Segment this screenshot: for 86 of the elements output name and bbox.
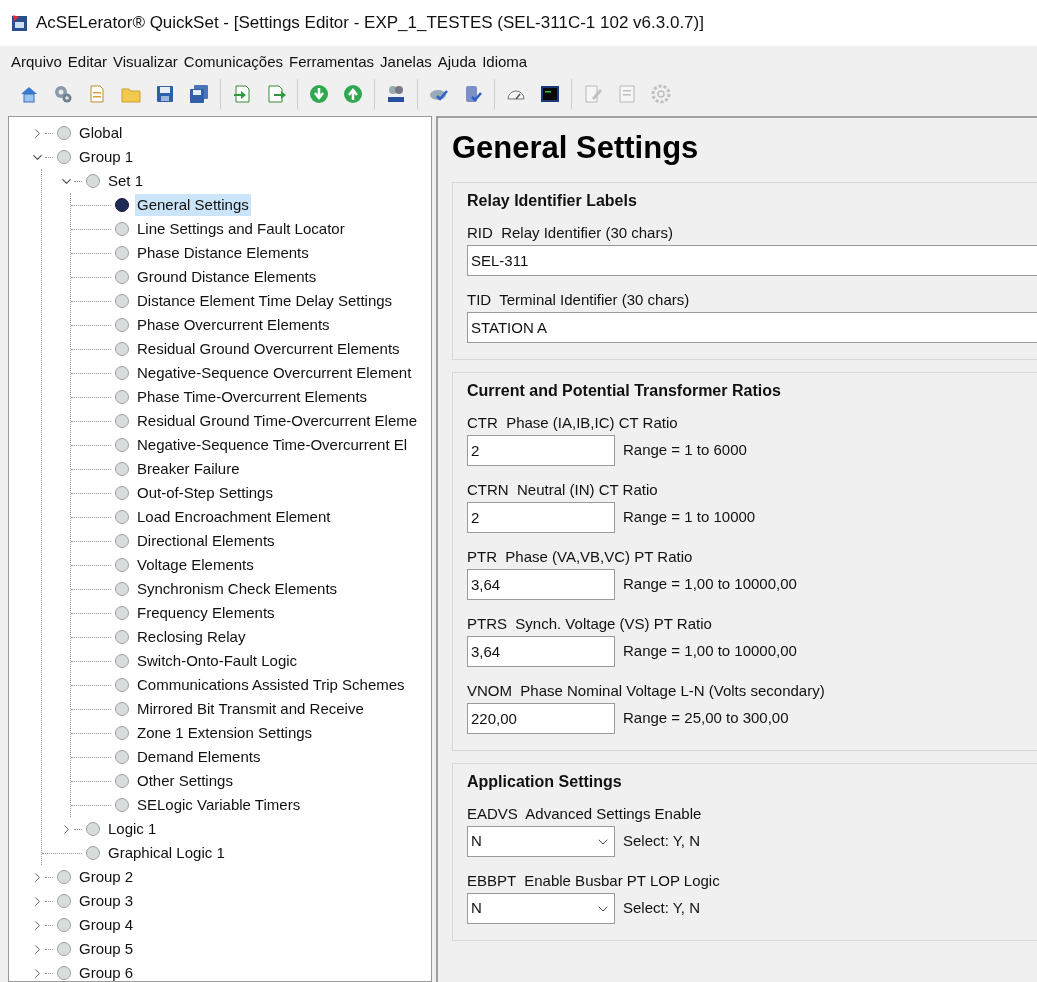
menu-item[interactable]: Ajuda xyxy=(434,50,480,74)
tree-item[interactable]: Group 6 xyxy=(77,961,136,981)
upload-icon xyxy=(342,83,364,105)
menu-item[interactable]: Idioma xyxy=(479,50,531,74)
settings-icon xyxy=(650,83,672,105)
tree-item[interactable]: Synchronism Check Elements xyxy=(135,577,340,601)
save-icon xyxy=(154,83,176,105)
text-field[interactable]: STATION A xyxy=(467,312,1037,343)
field-label: RID Relay Identifier (30 chars) xyxy=(467,223,674,243)
tree-item[interactable]: Logic 1 xyxy=(106,817,159,841)
tree-item[interactable]: Switch-Onto-Fault Logic xyxy=(135,649,300,673)
options-hint: Select: Y, N xyxy=(623,831,700,852)
tree-item[interactable]: Directional Elements xyxy=(135,529,277,553)
menu-item[interactable]: Visualizar xyxy=(110,50,181,74)
tree-item[interactable]: Phase Overcurrent Elements xyxy=(135,313,332,337)
tree-item[interactable]: Residual Ground Time-Overcurrent Eleme xyxy=(135,409,420,433)
tree-item[interactable]: Other Settings xyxy=(135,769,235,793)
import-icon xyxy=(231,83,253,105)
tree-item[interactable]: Frequency Elements xyxy=(135,601,277,625)
tree-item[interactable]: Group 3 xyxy=(77,889,136,913)
menu-item[interactable]: Janelas xyxy=(377,50,435,74)
menu-item[interactable]: Comunicações xyxy=(180,50,287,74)
range-hint: Range = 25,00 to 300,00 xyxy=(623,708,789,729)
tree-item[interactable]: Distance Element Time Delay Settings xyxy=(135,289,395,313)
tree-item[interactable]: Phase Distance Elements xyxy=(135,241,311,265)
export-icon xyxy=(265,83,287,105)
range-hint: Range = 1 to 6000 xyxy=(623,440,747,461)
dropdown-field[interactable]: N xyxy=(467,826,615,857)
tree-item[interactable]: Set 1 xyxy=(106,169,146,193)
tree-item[interactable]: Global xyxy=(77,121,125,145)
range-hint: Range = 1 to 10000 xyxy=(623,507,756,528)
tree-item[interactable]: Group 4 xyxy=(77,913,136,937)
field-label: PTRS Synch. Voltage (VS) PT Ratio xyxy=(467,614,713,634)
field-label: EBBPT Enable Busbar PT LOP Logic xyxy=(467,871,721,891)
field-label: TID Terminal Identifier (30 chars) xyxy=(467,290,691,310)
tree-item[interactable]: Out-of-Step Settings xyxy=(135,481,275,505)
field-label: CTRN Neutral (IN) CT Ratio xyxy=(467,480,659,500)
menu-item[interactable]: Editar xyxy=(64,50,111,74)
download-icon xyxy=(308,83,330,105)
group-title: Relay Identifier Labels xyxy=(467,191,638,211)
tree-item[interactable]: Group 5 xyxy=(77,937,136,961)
tree-item[interactable]: Graphical Logic 1 xyxy=(106,841,227,865)
field-label: VNOM Phase Nominal Voltage L-N (Volts secondary) xyxy=(467,681,826,701)
field-label: PTR Phase (VA,VB,VC) PT Ratio xyxy=(467,547,694,567)
tree-item[interactable]: Voltage Elements xyxy=(135,553,256,577)
number-field[interactable]: 220,00 xyxy=(467,703,615,734)
group-title: Application Settings xyxy=(467,772,623,792)
tree-item[interactable]: Communications Assisted Trip Schemes xyxy=(135,673,407,697)
tree-item[interactable]: General Settings xyxy=(135,193,251,217)
gears-icon xyxy=(52,83,74,105)
tree-item[interactable]: Group 2 xyxy=(77,865,136,889)
field-label: EADVS Advanced Settings Enable xyxy=(467,804,703,824)
number-field[interactable]: 3,64 xyxy=(467,636,615,667)
tree-item[interactable]: Line Settings and Fault Locator xyxy=(135,217,347,241)
number-field[interactable]: 3,64 xyxy=(467,569,615,600)
field-label: CTR Phase (IA,IB,IC) CT Ratio xyxy=(467,413,679,433)
window-title: AcSELerator® QuickSet - [Settings Editor - EXP_1_TESTES (SEL-311C-1 102 v6.3.0.7)] xyxy=(36,12,704,35)
page-heading: General Settings xyxy=(452,129,700,167)
group-title: Current and Potential Transformer Ratios xyxy=(467,381,782,401)
number-field[interactable]: 2 xyxy=(467,502,615,533)
range-hint: Range = 1,00 to 10000,00 xyxy=(623,641,797,662)
menu-item[interactable]: Arquivo xyxy=(8,50,65,74)
edit-document-icon xyxy=(582,83,604,105)
dropdown-field[interactable]: N xyxy=(467,893,615,924)
range-hint: Range = 1,00 to 10000,00 xyxy=(623,574,797,595)
text-field[interactable]: SEL-311 xyxy=(467,245,1037,276)
options-hint: Select: Y, N xyxy=(623,898,700,919)
app-logo-icon xyxy=(10,13,30,33)
tree-item[interactable]: Phase Time-Overcurrent Elements xyxy=(135,385,370,409)
terminal-icon xyxy=(539,83,561,105)
tree-item[interactable]: Negative-Sequence Overcurrent Element xyxy=(135,361,414,385)
tree-item[interactable]: Load Encroachment Element xyxy=(135,505,333,529)
tree-item[interactable]: SELogic Variable Timers xyxy=(135,793,303,817)
number-field[interactable]: 2 xyxy=(467,435,615,466)
tree-item[interactable]: Ground Distance Elements xyxy=(135,265,319,289)
tree-item[interactable]: Demand Elements xyxy=(135,745,263,769)
tree-item[interactable]: Zone 1 Extension Settings xyxy=(135,721,315,745)
menu-item[interactable]: Ferramentas xyxy=(286,50,378,74)
tree-item[interactable]: Negative-Sequence Time-Overcurrent El xyxy=(135,433,410,457)
save-all-icon xyxy=(188,83,210,105)
tree-item[interactable]: Mirrored Bit Transmit and Receive xyxy=(135,697,366,721)
document-icon xyxy=(616,83,638,105)
tree-item[interactable]: Group 1 xyxy=(77,145,136,169)
tree-item[interactable]: Reclosing Relay xyxy=(135,625,248,649)
tree-item[interactable]: Breaker Failure xyxy=(135,457,242,481)
tree-item[interactable]: Residual Ground Overcurrent Elements xyxy=(135,337,402,361)
